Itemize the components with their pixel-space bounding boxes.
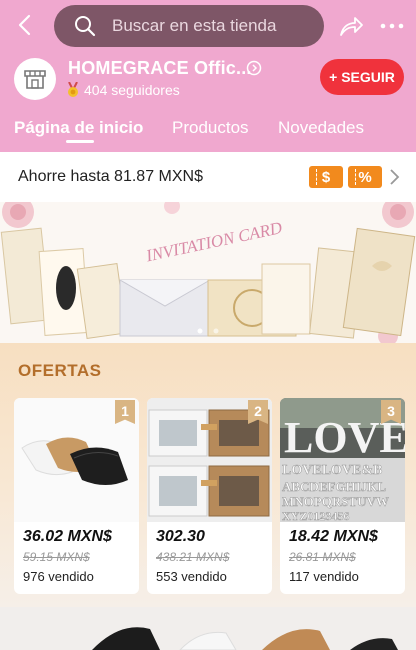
medal-icon: [68, 82, 78, 97]
store-tabs: Página de inicio Productos Novedades: [0, 116, 416, 152]
tab-products[interactable]: Productos: [172, 118, 249, 138]
product-sold-count: 553 vendido: [156, 569, 227, 584]
chevron-right-icon: [390, 169, 400, 185]
more-options-icon[interactable]: [378, 14, 406, 38]
product-sold-count: 117 vendido: [289, 569, 359, 584]
follow-button[interactable]: + SEGUIR: [320, 59, 404, 95]
chevron-right-circle-icon[interactable]: [246, 60, 262, 76]
offers-title: OFERTAS: [18, 361, 102, 380]
product-original-price: 26.81 MXN$: [289, 550, 356, 564]
store-avatar[interactable]: [14, 58, 56, 100]
product-card[interactable]: 2 302.30 438.21 MXN$ 553 vendido: [147, 398, 272, 594]
product-card[interactable]: LOVE LOVELOVE&B ABCDEFGHIJKL MNOPQRSTUVW…: [280, 398, 405, 594]
invitation-cards-image: INVITATION CARD: [0, 202, 416, 343]
dollar-coupon-icon: $: [309, 166, 343, 188]
store-name[interactable]: HOMEGRACE Offic...: [68, 58, 252, 79]
svg-text:ABCDEFGHIJKL: ABCDEFGHIJKL: [282, 479, 386, 494]
store-info-row: HOMEGRACE Offic... 404 seguidores + SEGU…: [0, 56, 416, 102]
savings-text: Ahorre hasta 81.87 MXN$: [18, 168, 203, 185]
product-price: 36.02 MXN$: [23, 528, 112, 545]
product-original-price: 438.21 MXN$: [156, 550, 230, 564]
store-header: Buscar en esta tienda HOMEGRACE Offic...: [0, 0, 416, 152]
followers-count: 404 seguidores: [66, 82, 180, 98]
svg-text:MNOPQRSTUVW: MNOPQRSTUVW: [282, 494, 389, 509]
promo-banner[interactable]: INVITATION CARD: [0, 202, 416, 343]
search-input[interactable]: Buscar en esta tienda: [54, 5, 324, 47]
svg-text:LOVELOVE&B: LOVELOVE&B: [282, 463, 382, 478]
percent-coupon-icon: %: [348, 166, 382, 188]
search-placeholder: Buscar en esta tienda: [112, 16, 277, 35]
tab-home[interactable]: Página de inicio: [14, 118, 143, 138]
gift-boxes-image: [0, 607, 416, 650]
banner-title: INVITATION CARD: [143, 218, 284, 266]
followers-text: 404 seguidores: [84, 82, 180, 98]
product-sold-count: 976 vendido: [23, 569, 94, 584]
product-original-price: 59.15 MXN$: [23, 550, 90, 564]
product-card[interactable]: 1 36.02 MXN$ 59.15 MXN$ 976 vendido: [14, 398, 139, 594]
tab-new-arrivals[interactable]: Novedades: [278, 118, 364, 138]
share-icon[interactable]: [338, 14, 364, 38]
product-price: 302.30: [156, 528, 205, 545]
top-bar: Buscar en esta tienda: [0, 4, 416, 47]
product-price: 18.42 MXN$: [289, 528, 378, 545]
coupon-savings-bar[interactable]: Ahorre hasta 81.87 MXN$ $ %: [0, 152, 416, 202]
back-arrow-icon[interactable]: [14, 13, 38, 37]
storefront-icon: [24, 70, 46, 89]
svg-text:XYZ0123456: XYZ0123456: [282, 509, 349, 522]
search-icon: [75, 16, 96, 37]
active-tab-indicator: [66, 140, 94, 143]
offers-section: OFERTAS 1 36.02 MXN$ 59.15 MXN$ 976 vend…: [0, 343, 416, 607]
next-banner-partial[interactable]: [0, 607, 416, 650]
